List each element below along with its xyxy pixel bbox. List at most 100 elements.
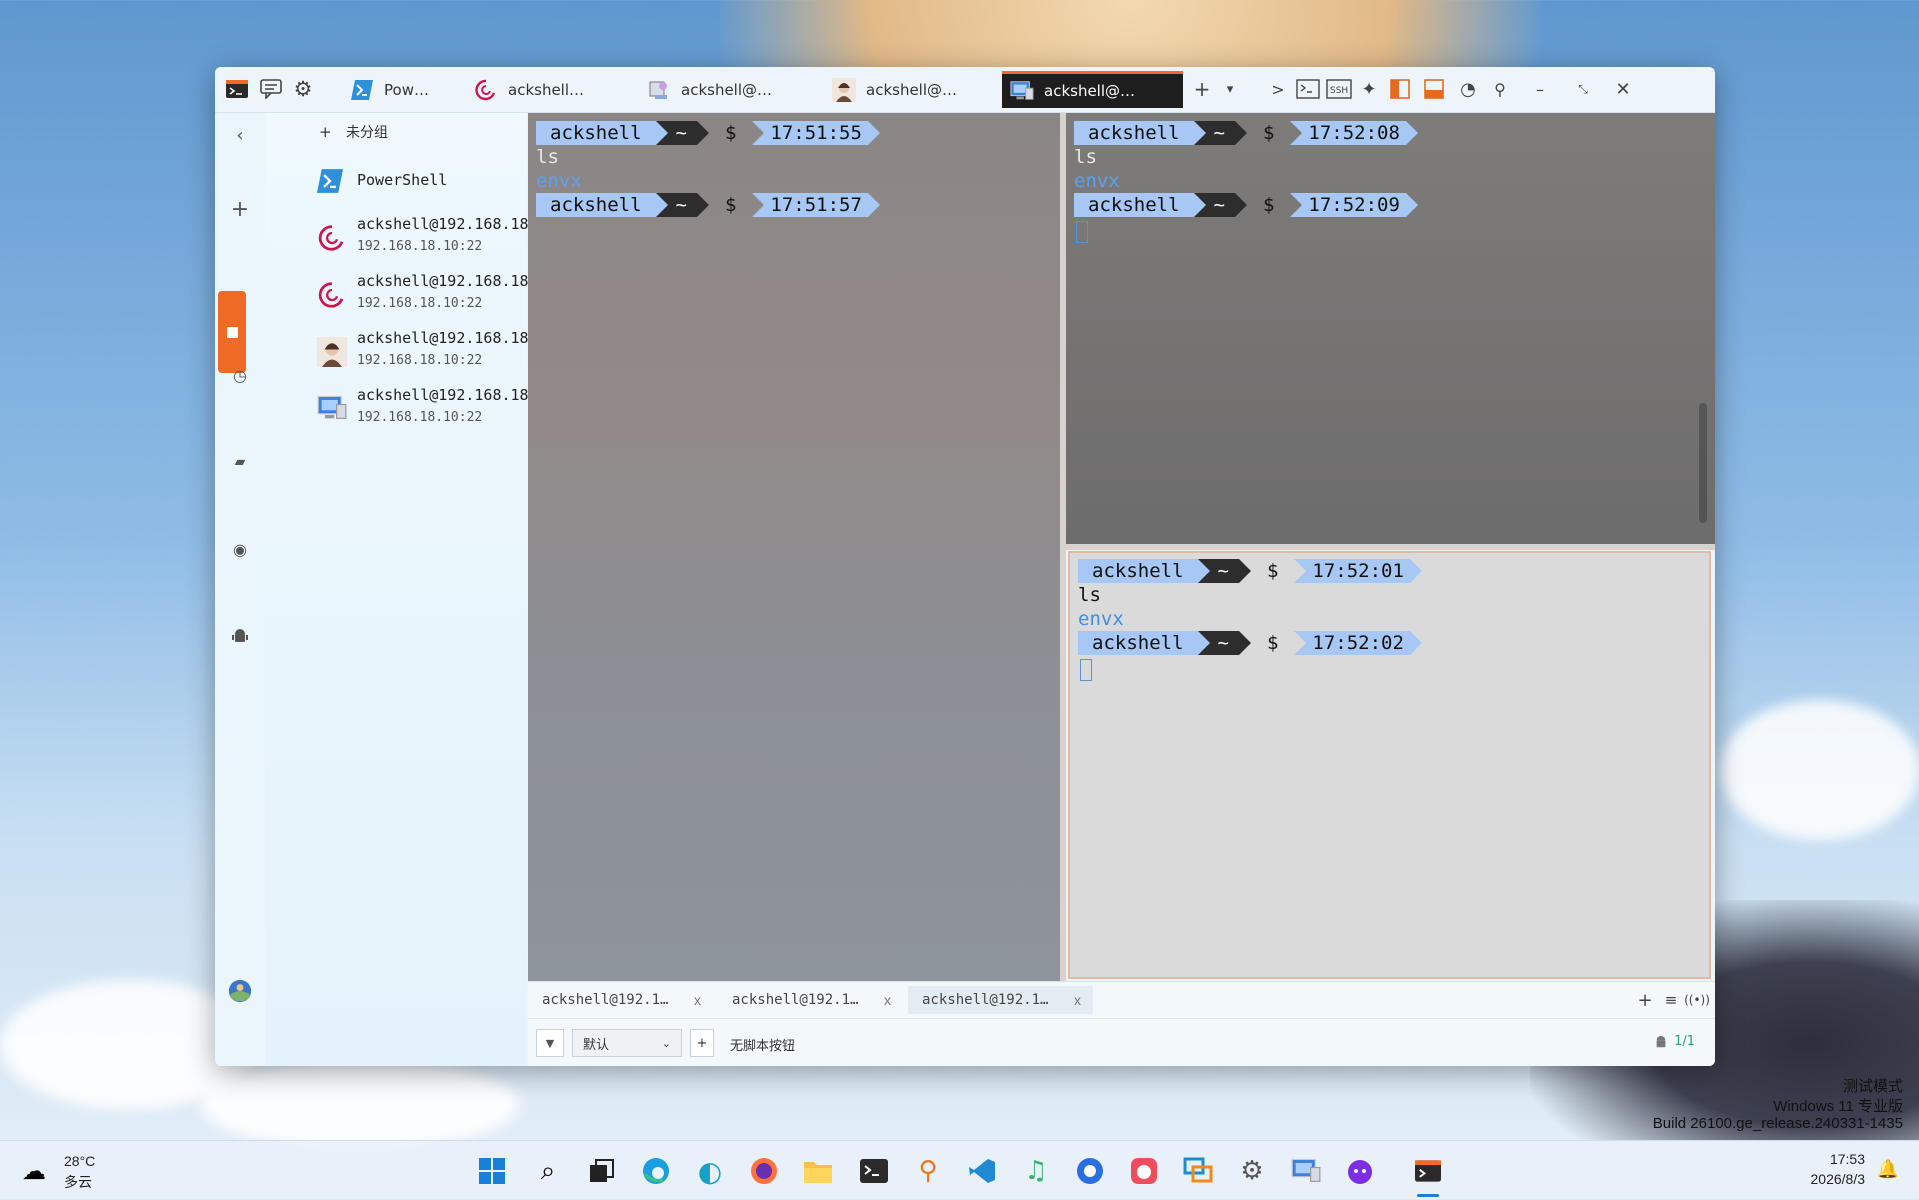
terminal-pane-bottom-right[interactable]: ackshell ~ $ 17:52:01 ls envx ackshell ~…: [1068, 551, 1711, 979]
cat-app-icon[interactable]: [1126, 1153, 1162, 1189]
app-wave-icon[interactable]: ◐: [692, 1153, 728, 1189]
settings-icon[interactable]: ⚙: [1234, 1153, 1270, 1189]
group-header[interactable]: + 未分组: [319, 122, 388, 142]
prompt-dir: ~: [1209, 631, 1239, 655]
terminal-icon[interactable]: [1295, 77, 1321, 101]
host-name: ackshell@192.168.18…: [357, 329, 538, 347]
prompt-dir: ~: [667, 193, 697, 217]
session-tab[interactable]: ackshell@192.1… x: [718, 986, 903, 1014]
restore-icon[interactable]: ⤡: [1570, 77, 1596, 101]
profile-select[interactable]: 默认 ⌄: [572, 1029, 682, 1057]
prompt-time: 17:52:02: [1306, 631, 1410, 655]
tab-powershell[interactable]: Pow…: [342, 71, 460, 108]
expand-dropdown-icon[interactable]: ▼: [536, 1029, 564, 1057]
tab-debian-ssh[interactable]: ackshell…: [466, 71, 634, 108]
terminal-app-icon[interactable]: [856, 1153, 892, 1189]
group-label: 未分组: [346, 125, 389, 141]
minimize-icon[interactable]: –: [1527, 77, 1553, 101]
search-tool-icon[interactable]: ⚲: [910, 1153, 946, 1189]
user-avatar[interactable]: [228, 979, 252, 1003]
edge-icon[interactable]: [638, 1153, 674, 1189]
shield-app-icon[interactable]: [1072, 1153, 1108, 1189]
split-left-icon[interactable]: [1387, 77, 1413, 101]
hosts-nav-button[interactable]: [218, 291, 246, 373]
gear-icon[interactable]: ⚙: [291, 77, 315, 101]
menu-icon[interactable]: ≡: [1661, 990, 1681, 1010]
search-icon[interactable]: ⌕: [530, 1153, 566, 1189]
weather-widget[interactable]: ☁ 28°C 多云: [22, 1151, 132, 1191]
debian-icon: [317, 223, 347, 253]
scrollbar[interactable]: [1699, 403, 1707, 523]
android-icon[interactable]: [228, 624, 252, 648]
pin-tool-icon[interactable]: ✦: [1356, 77, 1382, 101]
prompt-line: ackshell ~ $ 17:52:09: [1074, 193, 1418, 217]
powershell-icon: [350, 78, 374, 102]
pane-splitter-horizontal[interactable]: [1066, 544, 1715, 550]
music-icon[interactable]: ♫: [1018, 1153, 1054, 1189]
prompt-symbol: $: [724, 122, 737, 144]
chat-icon[interactable]: [259, 77, 283, 101]
task-view-icon[interactable]: [584, 1153, 620, 1189]
tab-dropdown-button[interactable]: ▾: [1217, 77, 1243, 101]
close-icon[interactable]: ✕: [1610, 77, 1636, 101]
edition-watermark: Windows 11 专业版: [1773, 1098, 1903, 1115]
sidebar-rail: ‹ + ◷ ▰ ◉: [215, 113, 265, 1066]
split-bottom-icon[interactable]: [1421, 77, 1447, 101]
notification-bell-icon[interactable]: 🔔: [1877, 1159, 1899, 1180]
more-button[interactable]: >: [1265, 77, 1291, 101]
host-address: 192.168.18.10:22: [357, 296, 483, 311]
session-tab-label: ackshell@192.1…: [542, 992, 669, 1008]
tab-label: Pow…: [384, 80, 429, 99]
test-mode-watermark: 测试模式: [1842, 1078, 1903, 1095]
title-bar: ⚙ Pow… ackshell… ackshell@… ackshell@… a…: [215, 67, 1715, 113]
session-tab-active[interactable]: ackshell@192.1… x: [908, 986, 1093, 1014]
add-host-icon[interactable]: +: [228, 197, 252, 222]
collapse-icon[interactable]: ‹: [228, 123, 252, 147]
ssh-icon[interactable]: SSH: [1326, 77, 1352, 101]
ackshell-taskbar-icon[interactable]: [1410, 1153, 1446, 1189]
session-tab-label: ackshell@192.1…: [922, 992, 1049, 1008]
theme-icon[interactable]: ◔: [1455, 77, 1481, 101]
prompt-user: ackshell: [536, 121, 656, 145]
close-icon[interactable]: x: [694, 992, 701, 1008]
terminal-pane-top-right[interactable]: ackshell ~ $ 17:52:08 ls envx ackshell ~…: [1066, 113, 1715, 544]
tab-label: ackshell@…: [1044, 82, 1136, 100]
record-icon[interactable]: ◉: [228, 537, 252, 561]
start-icon[interactable]: [474, 1153, 510, 1189]
pin-window-icon[interactable]: ⚲: [1487, 77, 1513, 101]
remote-desktop-icon[interactable]: [1180, 1153, 1216, 1189]
prompt-time: 17:52:01: [1306, 559, 1410, 583]
host-name: ackshell@192.168.18…: [357, 386, 538, 404]
weather-temp: 28°C: [64, 1153, 96, 1169]
add-script-button[interactable]: +: [690, 1029, 714, 1057]
close-icon[interactable]: x: [1074, 992, 1081, 1008]
file-explorer-icon[interactable]: [800, 1153, 836, 1189]
folder-icon[interactable]: ▰: [228, 450, 252, 474]
vscode-icon[interactable]: [964, 1153, 1000, 1189]
close-icon[interactable]: x: [884, 992, 891, 1008]
remote-pc-icon[interactable]: [1288, 1153, 1324, 1189]
monitor-icon: [317, 394, 347, 424]
add-tab-button[interactable]: +: [1189, 77, 1215, 101]
cloud-icon: ☁: [22, 1157, 46, 1185]
broadcast-icon[interactable]: ((•)): [1684, 990, 1710, 1010]
firefox-icon[interactable]: [746, 1153, 782, 1189]
clock[interactable]: 17:53 2026/8/3: [1811, 1151, 1866, 1187]
app-logo-icon[interactable]: [225, 77, 249, 101]
add-session-icon[interactable]: +: [1635, 990, 1655, 1011]
monitor-icon: [1010, 79, 1034, 103]
prompt-user: ackshell: [536, 193, 656, 217]
add-group-icon[interactable]: +: [319, 123, 332, 141]
wallpaper-cloud: [1720, 700, 1919, 840]
avatar-icon: [832, 77, 856, 102]
session-tab[interactable]: ackshell@192.1… x: [528, 986, 713, 1014]
pager[interactable]: 1/1: [1654, 1034, 1695, 1049]
tab-monitor-ssh-active[interactable]: ackshell@…: [1002, 71, 1183, 108]
tab-avatar-ssh[interactable]: ackshell@…: [824, 71, 1000, 108]
cat-face-icon[interactable]: [1342, 1153, 1378, 1189]
tab-server-ssh[interactable]: ackshell@…: [639, 71, 819, 108]
history-icon[interactable]: ◷: [228, 363, 252, 387]
terminal-pane-left[interactable]: ackshell ~ $ 17:51:55 ls envx ackshell ~…: [528, 113, 1060, 981]
debian-icon: [317, 280, 347, 310]
host-address: 192.168.18.10:22: [357, 410, 483, 425]
